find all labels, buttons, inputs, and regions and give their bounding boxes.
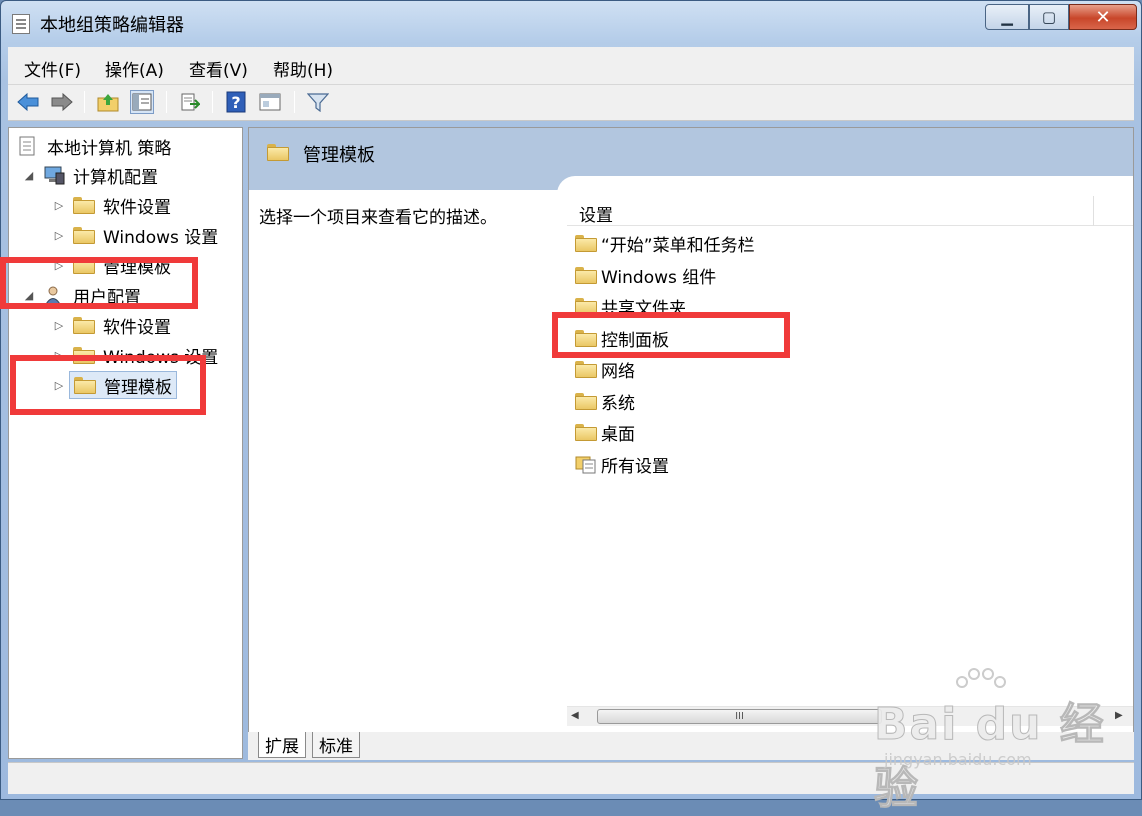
menu-file[interactable]: 文件(F): [24, 56, 81, 81]
list-item[interactable]: 系统: [575, 387, 635, 415]
scrollbar-thumb[interactable]: III: [597, 709, 882, 724]
all-settings-icon: [575, 454, 597, 474]
toolbar-separator: [166, 91, 167, 113]
description-text: 选择一个项目来查看它的描述。: [259, 208, 497, 228]
folder-icon: [575, 266, 597, 284]
folder-icon: [575, 234, 597, 252]
maximize-button[interactable]: ▢: [1029, 4, 1069, 30]
expand-triangle-icon[interactable]: ▷: [53, 319, 65, 332]
toolbar-separator: [294, 91, 295, 113]
folder-icon: [575, 392, 597, 410]
menu-help[interactable]: 帮助(H): [273, 56, 333, 81]
filter-icon[interactable]: [306, 90, 330, 114]
list-item[interactable]: Windows 组件: [575, 261, 716, 289]
export-list-icon[interactable]: [178, 90, 202, 114]
highlight-box-control-panel: [552, 312, 790, 358]
toolbar: ?: [8, 85, 1134, 121]
menu-action[interactable]: 操作(A): [105, 56, 164, 81]
close-button[interactable]: ✕: [1069, 4, 1137, 30]
list-item[interactable]: 网络: [575, 355, 635, 383]
list-item-label: 所有设置: [601, 456, 669, 477]
forward-arrow-icon[interactable]: [50, 90, 74, 114]
column-header-settings[interactable]: 设置: [579, 201, 613, 226]
watermark-url: jingyan.baidu.com: [884, 750, 1032, 769]
tree-root-label: 本地计算机 策略: [47, 138, 172, 159]
list-item-label: 系统: [601, 393, 635, 414]
properties-icon[interactable]: [258, 90, 282, 114]
list-item-label: 网络: [601, 361, 635, 382]
list-item-label: 桌面: [601, 424, 635, 445]
svg-text:?: ?: [231, 93, 240, 112]
collapse-triangle-icon[interactable]: ◢: [23, 169, 35, 182]
console-tree: 本地计算机 策略 ◢ 计算机配置 ▷ 软件设置 ▷ Windows 设置 ▷ 管…: [8, 127, 243, 759]
expand-triangle-icon[interactable]: ▷: [53, 199, 65, 212]
list-item[interactable]: 所有设置: [575, 450, 669, 478]
folder-icon: [73, 316, 95, 334]
minimize-button[interactable]: ▁: [985, 4, 1029, 30]
list-item-label: Windows 组件: [601, 267, 717, 288]
folder-icon: [575, 360, 597, 378]
details-pane: 管理模板 选择一个项目来查看它的描述。 设置 “开始”菜单和任务栏 Window…: [248, 127, 1134, 759]
highlight-box-user-config: [0, 257, 198, 309]
tree-computer-config-label: 计算机配置: [73, 167, 158, 188]
tree-item-label: Windows 设置: [103, 227, 219, 248]
scroll-left-arrow-icon[interactable]: ◀: [571, 710, 579, 721]
tab-standard[interactable]: 标准: [312, 732, 360, 758]
tree-item-computer-windows[interactable]: ▷ Windows 设置: [53, 221, 218, 249]
highlight-box-admin-templates: [10, 355, 206, 415]
list-item[interactable]: “开始”菜单和任务栏: [575, 229, 755, 257]
folder-icon: [575, 423, 597, 441]
details-header-title: 管理模板: [303, 145, 375, 166]
watermark: Bai du 经验 jingyan.baidu.com: [874, 668, 1134, 815]
title-bar: 本地组策略编辑器 ▁ ▢ ✕: [0, 0, 1142, 46]
computer-icon: [43, 165, 65, 185]
tree-root[interactable]: 本地计算机 策略: [17, 132, 171, 160]
header-curve: [557, 176, 1133, 196]
menu-view[interactable]: 查看(V): [189, 56, 248, 81]
tree-item-user-software[interactable]: ▷ 软件设置: [53, 311, 171, 339]
menu-bar: 文件(F) 操作(A) 查看(V) 帮助(H): [8, 47, 1134, 85]
toolbar-separator: [212, 91, 213, 113]
toolbar-separator: [84, 91, 85, 113]
folder-icon: [73, 196, 95, 214]
tree-computer-config[interactable]: ◢ 计算机配置: [23, 161, 158, 189]
list-item[interactable]: 桌面: [575, 418, 635, 446]
tree-item-label: 软件设置: [103, 197, 171, 218]
tab-extended[interactable]: 扩展: [258, 732, 306, 758]
up-folder-icon[interactable]: [96, 90, 120, 114]
column-header[interactable]: 设置: [567, 196, 1133, 226]
policy-document-icon: [17, 136, 39, 156]
window-title: 本地组策略编辑器: [40, 15, 184, 36]
column-divider[interactable]: [1093, 196, 1094, 226]
policy-editor-icon: [12, 14, 30, 34]
folder-icon: [73, 226, 95, 244]
back-arrow-icon[interactable]: [16, 90, 40, 114]
tree-item-computer-software[interactable]: ▷ 软件设置: [53, 191, 171, 219]
help-icon[interactable]: ?: [224, 90, 248, 114]
list-item-label: “开始”菜单和任务栏: [601, 235, 755, 256]
tree-item-label: 软件设置: [103, 317, 171, 338]
show-hide-tree-icon[interactable]: [130, 90, 154, 114]
expand-triangle-icon[interactable]: ▷: [53, 229, 65, 242]
